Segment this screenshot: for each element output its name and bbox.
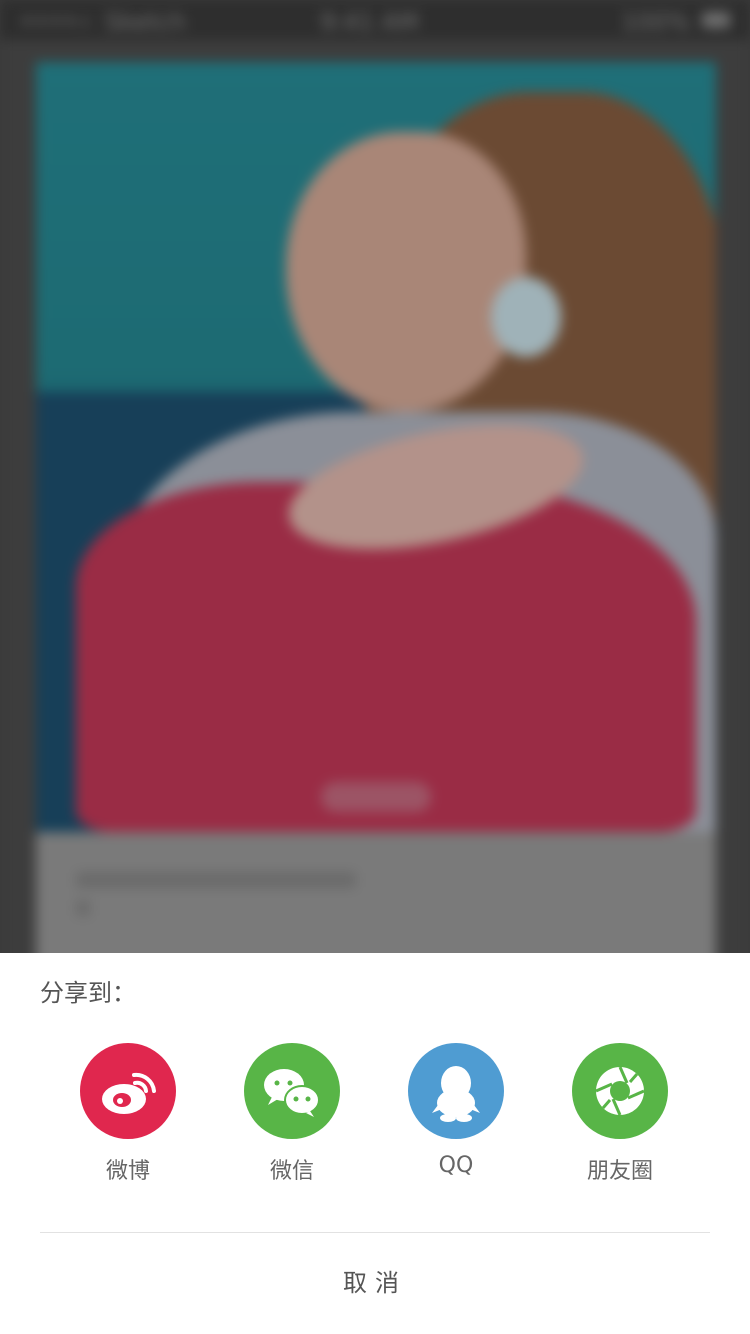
share-sheet: 分享到： 微博 微信 QQ 朋友圈 取消 xyxy=(0,953,750,1334)
battery-percent: 100% xyxy=(621,8,690,36)
share-wechat-button[interactable]: 微信 xyxy=(210,1043,374,1203)
share-weibo-label: 微博 xyxy=(105,1159,150,1184)
product-subtitle-placeholder xyxy=(76,900,90,916)
battery-icon xyxy=(702,12,730,28)
weibo-icon[interactable] xyxy=(80,1043,176,1139)
share-weibo-button[interactable]: 微博 xyxy=(46,1043,210,1203)
share-moments-button[interactable]: 朋友圈 xyxy=(538,1043,702,1203)
share-qq-button[interactable]: QQ xyxy=(374,1043,538,1203)
share-qq-label: QQ xyxy=(438,1153,474,1178)
screen: ••••∘ Sketch 9:41 AM 100% 分享到： 微博 微信 QQ … xyxy=(0,0,750,1334)
time-label: 9:41 AM xyxy=(320,8,419,36)
divider xyxy=(40,1232,710,1233)
earring xyxy=(491,277,561,357)
network-label: Sketch xyxy=(105,8,186,36)
carousel-dots xyxy=(321,782,431,812)
cancel-button[interactable]: 取消 xyxy=(0,1235,750,1334)
qq-icon[interactable] xyxy=(408,1043,504,1139)
share-title: 分享到： xyxy=(40,979,136,1007)
moments-icon[interactable] xyxy=(572,1043,668,1139)
share-moments-label: 朋友圈 xyxy=(586,1159,653,1184)
product-hero-image xyxy=(36,62,716,832)
wechat-icon[interactable] xyxy=(244,1043,340,1139)
model-face xyxy=(286,132,526,412)
share-wechat-label: 微信 xyxy=(269,1159,314,1184)
carrier-label: ••••∘ xyxy=(20,8,92,36)
status-bar: ••••∘ Sketch 9:41 AM 100% xyxy=(0,0,750,40)
product-title-placeholder xyxy=(76,872,356,888)
